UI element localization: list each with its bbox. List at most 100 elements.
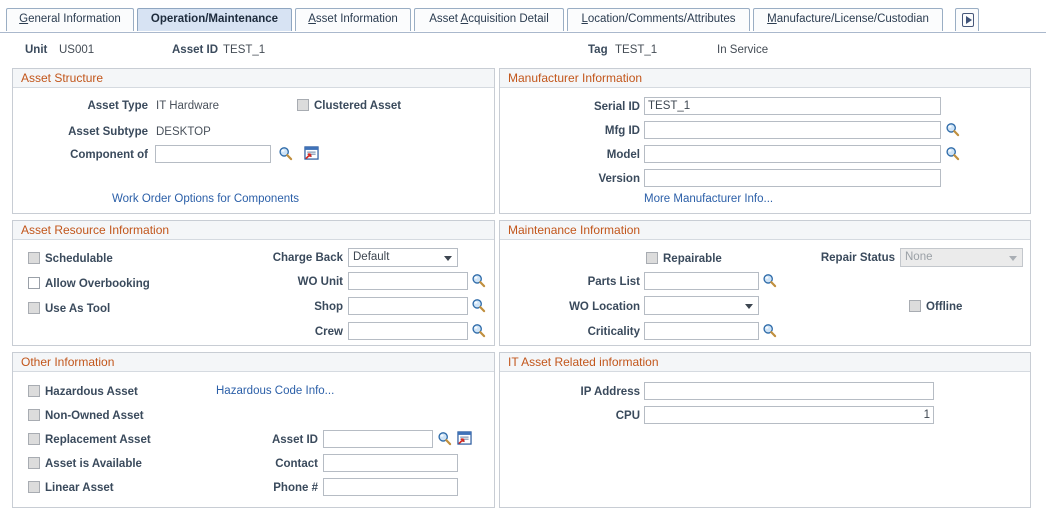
ip-address-input[interactable] — [644, 382, 934, 400]
offline-checkbox-row[interactable]: Offline — [909, 300, 962, 313]
use-as-tool-checkbox-row[interactable]: Use As Tool — [28, 302, 110, 315]
tag-value: TEST_1 — [615, 44, 658, 56]
lookup-icon[interactable] — [437, 431, 452, 446]
charge-back-select[interactable]: Default — [348, 248, 458, 267]
lookup-icon[interactable] — [278, 146, 293, 161]
tag-label: Tag — [588, 44, 608, 56]
tab-accesskey: A — [308, 13, 316, 25]
next-tabs-button[interactable] — [955, 8, 979, 31]
tab-accesskey: G — [19, 13, 29, 25]
repairable-checkbox[interactable] — [646, 252, 658, 264]
hazardous-asset-label: Hazardous Asset — [45, 386, 138, 398]
contact-label: Contact — [275, 458, 318, 470]
schedulable-checkbox-row[interactable]: Schedulable — [28, 252, 113, 265]
lookup-icon[interactable] — [945, 122, 960, 137]
asset-type-value: IT Hardware — [156, 100, 220, 112]
wo-location-select[interactable] — [644, 296, 759, 315]
tab-label: ocation/Comments/Attributes — [587, 13, 736, 25]
open-related-window-icon[interactable] — [304, 146, 319, 160]
cpu-input[interactable] — [644, 406, 934, 424]
lookup-icon[interactable] — [762, 323, 777, 338]
schedulable-checkbox[interactable] — [28, 252, 40, 264]
charge-back-label: Charge Back — [272, 252, 343, 264]
unit-label: Unit — [25, 44, 48, 56]
repair-status-value: None — [905, 251, 933, 263]
lookup-icon[interactable] — [945, 146, 960, 161]
use-as-tool-checkbox[interactable] — [28, 302, 40, 314]
component-of-input[interactable] — [155, 145, 271, 163]
repair-status-label: Repair Status — [820, 252, 895, 264]
allow-overbooking-checkbox-row[interactable]: Allow Overbooking — [28, 277, 150, 290]
parts-list-input[interactable] — [644, 272, 759, 290]
it-asset-related-information-group: IT Asset Related information IP Address … — [499, 352, 1031, 508]
shop-label: Shop — [314, 301, 343, 313]
key-header-row: Unit US001 Asset ID TEST_1 Tag TEST_1 In… — [0, 40, 1046, 62]
tab-operation-maintenance[interactable]: Operation/Maintenance — [137, 8, 292, 31]
lookup-icon[interactable] — [471, 298, 486, 313]
chevron-down-icon — [1009, 256, 1017, 261]
lookup-icon[interactable] — [762, 273, 777, 288]
lookup-icon[interactable] — [471, 323, 486, 338]
tab-label: eneral Information — [28, 13, 121, 25]
serial-id-input[interactable] — [644, 97, 941, 115]
tab-general-information[interactable]: General Information — [6, 8, 134, 31]
other-information-body: Hazardous Asset Hazardous Code Info... N… — [13, 372, 494, 506]
asset-is-available-checkbox-row[interactable]: Asset is Available — [28, 457, 142, 470]
use-as-tool-label: Use As Tool — [45, 303, 111, 315]
offline-label: Offline — [926, 301, 963, 313]
asset-structure-group: Asset Structure Asset Type IT Hardware C… — [12, 68, 495, 214]
shop-input[interactable] — [348, 297, 468, 315]
asset-subtype-label: Asset Subtype — [68, 126, 148, 138]
charge-back-value: Default — [353, 251, 390, 263]
other-asset-id-input[interactable] — [323, 430, 433, 448]
linear-asset-checkbox-row[interactable]: Linear Asset — [28, 481, 114, 494]
tab-label: Operation/Maintenance — [150, 13, 279, 25]
replacement-asset-checkbox-row[interactable]: Replacement Asset — [28, 433, 151, 446]
more-manufacturer-info-link[interactable]: More Manufacturer Info... — [644, 193, 773, 205]
linear-asset-checkbox[interactable] — [28, 481, 40, 493]
phone-label: Phone # — [273, 482, 318, 494]
replacement-asset-checkbox[interactable] — [28, 433, 40, 445]
clustered-asset-checkbox-row[interactable]: Clustered Asset — [297, 99, 401, 112]
model-label: Model — [606, 149, 640, 161]
tab-location-comments-attributes[interactable]: Location/Comments/Attributes — [567, 8, 750, 31]
wo-unit-label: WO Unit — [297, 276, 343, 288]
contact-input[interactable] — [323, 454, 458, 472]
clustered-asset-label: Clustered Asset — [314, 100, 402, 112]
allow-overbooking-checkbox[interactable] — [28, 277, 40, 289]
offline-checkbox[interactable] — [909, 300, 921, 312]
asset-is-available-label: Asset is Available — [45, 458, 142, 470]
asset-resource-information-body: Schedulable Allow Overbooking Use As Too… — [13, 240, 494, 344]
hazardous-code-info-link[interactable]: Hazardous Code Info... — [216, 385, 334, 397]
criticality-input[interactable] — [644, 322, 759, 340]
asset-status-value: In Service — [717, 44, 769, 56]
wo-unit-input[interactable] — [348, 272, 468, 290]
phone-input[interactable] — [323, 478, 458, 496]
model-input[interactable] — [644, 145, 941, 163]
tab-asset-information[interactable]: Asset Information — [295, 8, 411, 31]
tab-asset-acquisition-detail[interactable]: Asset Acquisition Detail — [414, 8, 564, 31]
asset-subtype-value: DESKTOP — [156, 126, 211, 138]
repairable-checkbox-row[interactable]: Repairable — [646, 252, 722, 265]
criticality-label: Criticality — [587, 326, 640, 338]
hazardous-asset-checkbox-row[interactable]: Hazardous Asset — [28, 385, 138, 398]
asset-is-available-checkbox[interactable] — [28, 457, 40, 469]
manufacturer-information-group: Manufacturer Information Serial ID Mfg I… — [499, 68, 1031, 214]
version-label: Version — [598, 173, 640, 185]
wo-location-label: WO Location — [569, 301, 640, 313]
crew-input[interactable] — [348, 322, 468, 340]
replacement-asset-label: Replacement Asset — [45, 434, 151, 446]
component-of-label: Component of — [70, 149, 148, 161]
clustered-asset-checkbox[interactable] — [297, 99, 309, 111]
it-asset-related-information-body: IP Address CPU — [500, 372, 1030, 506]
mfg-id-input[interactable] — [644, 121, 941, 139]
open-related-window-icon[interactable] — [457, 431, 472, 445]
version-input[interactable] — [644, 169, 941, 187]
allow-overbooking-label: Allow Overbooking — [45, 278, 150, 290]
work-order-options-link[interactable]: Work Order Options for Components — [112, 193, 299, 205]
non-owned-asset-checkbox-row[interactable]: Non-Owned Asset — [28, 409, 144, 422]
non-owned-asset-checkbox[interactable] — [28, 409, 40, 421]
hazardous-asset-checkbox[interactable] — [28, 385, 40, 397]
lookup-icon[interactable] — [471, 273, 486, 288]
tab-manufacture-license-custodian[interactable]: Manufacture/License/Custodian — [753, 8, 943, 31]
